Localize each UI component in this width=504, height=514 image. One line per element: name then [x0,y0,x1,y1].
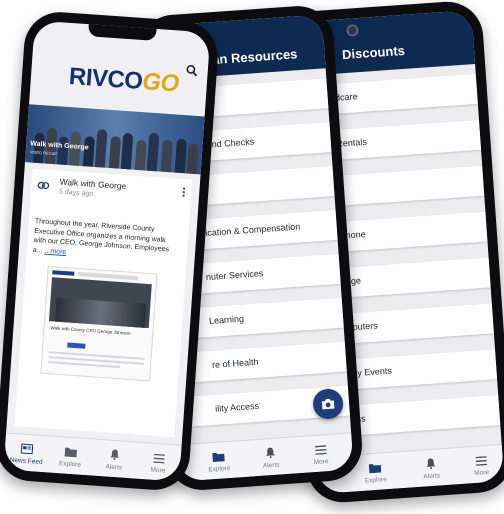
menu-icon [314,445,327,455]
nav-explore[interactable]: Explore [353,461,398,485]
menu-icon [474,456,487,466]
nav-more[interactable]: More [136,453,181,476]
explore-folder-icon [64,447,78,458]
post-card[interactable]: Walk with George 5 days ago Throughout t… [14,168,193,438]
bell-icon [266,447,276,459]
bell-icon [110,449,120,461]
front-camera [346,24,359,37]
post-options-icon[interactable] [182,187,186,197]
phone-news-feed: RIVCOGO Walk with George VIDEO RECAP Wal… [0,9,221,493]
bell-icon [426,458,436,470]
nav-explore[interactable]: Explore [196,450,241,474]
search-button[interactable] [185,63,200,78]
camera-icon [321,398,335,410]
nav-alerts[interactable]: Alerts [248,446,293,471]
discounts-title: Discounts [341,42,406,63]
post-timestamp: 5 days ago [58,188,94,198]
top-notch [87,22,157,41]
explore-folder-icon [368,464,382,474]
news-feed-screen: RIVCOGO Walk with George VIDEO RECAP Wal… [3,20,211,482]
nav-more[interactable]: More [298,444,343,467]
search-icon [186,65,198,77]
nav-alerts[interactable]: Alerts [409,456,454,481]
link-icon [37,181,50,190]
read-more-link[interactable]: ...more [44,247,66,256]
news-feed-icon [20,443,34,455]
nav-more[interactable]: More [459,455,504,478]
post-body: Throughout the year, Riverside County Ex… [32,217,170,256]
attachment-caption: Walk with County CEO George Johnson [50,325,131,336]
news-feed-bottom-nav: News Feed Explore Alerts More [3,432,182,482]
rivcogo-logo: RIVCOGO [68,62,180,98]
nav-explore[interactable]: Explore [48,445,93,469]
nav-news-feed[interactable]: News Feed [4,442,49,466]
menu-icon [152,453,165,464]
hr-bottom-nav: Explore Alerts More [175,432,354,482]
nav-alerts[interactable]: Alerts [92,448,137,473]
post-attachment-preview[interactable]: Walk with County CEO George Johnson [40,265,158,382]
featured-banner[interactable]: Walk with George VIDEO RECAP [25,104,205,175]
attachment-photo [48,277,152,329]
explore-folder-icon [212,452,225,463]
